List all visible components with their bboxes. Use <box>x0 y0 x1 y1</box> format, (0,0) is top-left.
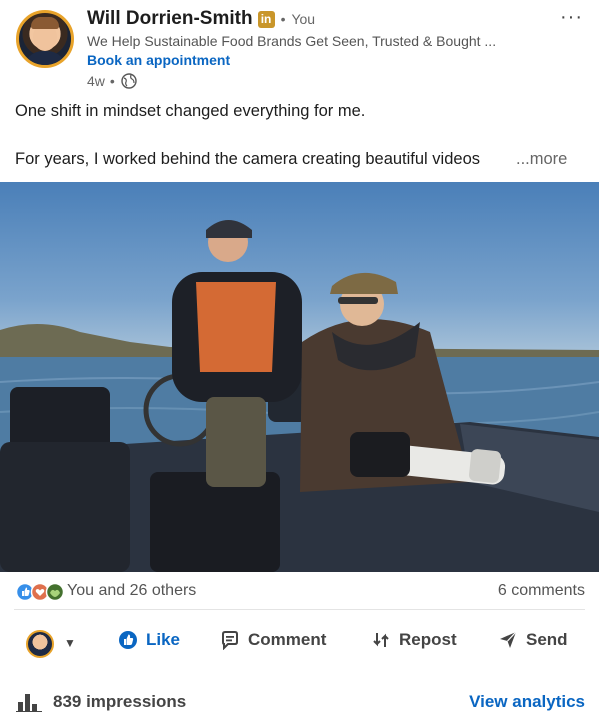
post-age: 4w <box>87 73 105 89</box>
analytics-bars-icon <box>16 694 42 712</box>
more-options-icon[interactable]: ··· <box>560 6 583 29</box>
actor-avatar <box>26 630 54 658</box>
author-avatar[interactable] <box>16 10 74 68</box>
repost-button[interactable]: Repost <box>371 630 457 650</box>
repost-label: Repost <box>399 630 457 649</box>
like-label: Like <box>146 630 181 649</box>
divider <box>14 609 585 610</box>
globe-icon <box>121 73 137 89</box>
man-trousers <box>206 397 266 487</box>
reactions-count[interactable]: You and 26 others <box>67 582 196 600</box>
author-name[interactable]: Will Dorrien-Smith <box>87 8 253 30</box>
post-actions: ▼ Like Comment Repost Send <box>0 622 599 668</box>
support-reaction-icon <box>45 582 65 602</box>
send-label: Send <box>526 630 568 649</box>
photographer-glasses <box>338 297 378 304</box>
social-counts: You and 26 others 6 comments <box>0 578 599 606</box>
see-more-link[interactable]: ...more <box>516 150 567 169</box>
age-separator: • <box>109 73 115 89</box>
comment-icon <box>222 631 238 650</box>
author-line: Will Dorrien-Smith in • You <box>87 8 315 30</box>
send-icon <box>500 631 517 648</box>
caret-down-icon: ▼ <box>64 636 76 650</box>
comment-button[interactable]: Comment <box>220 630 326 650</box>
reaction-icons[interactable] <box>16 582 66 602</box>
lens-hood <box>469 449 501 483</box>
author-headline: We Help Sustainable Food Brands Get Seen… <box>87 33 497 49</box>
post-header: Will Dorrien-Smith in • You We Help Sust… <box>0 0 599 96</box>
equipment-case <box>0 442 130 572</box>
linkedin-premium-badge-icon: in <box>257 10 275 28</box>
you-label: You <box>291 11 316 27</box>
view-analytics-link[interactable]: View analytics <box>469 692 585 712</box>
actor-switcher[interactable]: ▼ <box>16 628 82 662</box>
post-photo[interactable] <box>0 182 599 572</box>
analytics-bar: 839 impressions View analytics <box>0 684 599 720</box>
comment-label: Comment <box>248 630 327 649</box>
post-text-line-2: For years, I worked behind the camera cr… <box>15 150 480 168</box>
like-button[interactable]: Like <box>118 630 180 650</box>
send-button[interactable]: Send <box>498 630 568 650</box>
post-timestamp: 4w • <box>87 73 137 89</box>
life-vest <box>196 282 276 372</box>
separator-dot: • <box>280 11 286 27</box>
photo-scene <box>0 220 599 572</box>
comments-count[interactable]: 6 comments <box>498 582 585 600</box>
avatar-shirt <box>23 51 67 65</box>
book-appointment-link[interactable]: Book an appointment <box>87 52 230 68</box>
post-text-line-1: One shift in mindset changed everything … <box>15 102 366 120</box>
photographer-cap <box>330 272 398 294</box>
like-icon <box>119 631 137 649</box>
repost-icon <box>373 633 389 647</box>
impressions-count: 839 impressions <box>53 692 187 711</box>
camera-body <box>350 432 410 477</box>
man-beanie <box>206 220 252 238</box>
avatar-hair <box>31 17 59 29</box>
